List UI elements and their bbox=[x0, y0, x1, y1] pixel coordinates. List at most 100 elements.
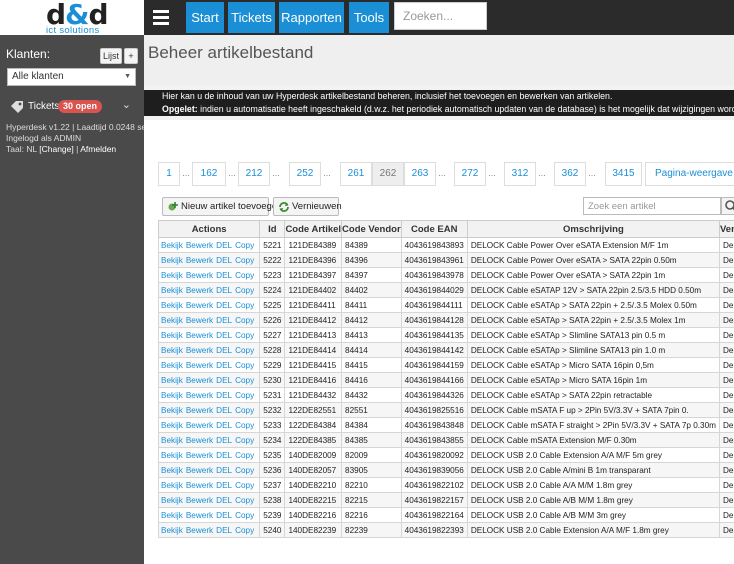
view-link[interactable]: Bekijk bbox=[161, 511, 183, 520]
global-search-input[interactable] bbox=[394, 2, 487, 30]
edit-link[interactable]: Bewerk bbox=[186, 376, 213, 385]
edit-link[interactable]: Bewerk bbox=[186, 466, 213, 475]
logout-link[interactable]: Afmelden bbox=[80, 144, 116, 154]
copy-link[interactable]: Copy bbox=[235, 451, 254, 460]
delete-link[interactable]: DEL bbox=[216, 376, 232, 385]
view-link[interactable]: Bekijk bbox=[161, 406, 183, 415]
article-search-button[interactable] bbox=[721, 197, 734, 215]
copy-link[interactable]: Copy bbox=[235, 466, 254, 475]
view-link[interactable]: Bekijk bbox=[161, 436, 183, 445]
edit-link[interactable]: Bewerk bbox=[186, 511, 213, 520]
delete-link[interactable]: DEL bbox=[216, 496, 232, 505]
copy-link[interactable]: Copy bbox=[235, 376, 254, 385]
copy-link[interactable]: Copy bbox=[235, 346, 254, 355]
copy-link[interactable]: Copy bbox=[235, 496, 254, 505]
view-link[interactable]: Bekijk bbox=[161, 271, 183, 280]
copy-link[interactable]: Copy bbox=[235, 286, 254, 295]
edit-link[interactable]: Bewerk bbox=[186, 406, 213, 415]
delete-link[interactable]: DEL bbox=[216, 241, 232, 250]
edit-link[interactable]: Bewerk bbox=[186, 286, 213, 295]
copy-link[interactable]: Copy bbox=[235, 241, 254, 250]
copy-link[interactable]: Copy bbox=[235, 511, 254, 520]
copy-link[interactable]: Copy bbox=[235, 331, 254, 340]
view-link[interactable]: Bekijk bbox=[161, 466, 183, 475]
view-link[interactable]: Bekijk bbox=[161, 301, 183, 310]
view-link[interactable]: Bekijk bbox=[161, 346, 183, 355]
delete-link[interactable]: DEL bbox=[216, 421, 232, 430]
edit-link[interactable]: Bewerk bbox=[186, 451, 213, 460]
view-link[interactable]: Bekijk bbox=[161, 421, 183, 430]
view-link[interactable]: Bekijk bbox=[161, 241, 183, 250]
edit-link[interactable]: Bewerk bbox=[186, 316, 213, 325]
refresh-button[interactable]: Vernieuwen bbox=[273, 197, 342, 216]
copy-link[interactable]: Copy bbox=[235, 271, 254, 280]
edit-link[interactable]: Bewerk bbox=[186, 271, 213, 280]
add-klant-button[interactable]: + bbox=[124, 48, 138, 64]
copy-link[interactable]: Copy bbox=[235, 301, 254, 310]
edit-link[interactable]: Bewerk bbox=[186, 421, 213, 430]
view-link[interactable]: Bekijk bbox=[161, 286, 183, 295]
delete-link[interactable]: DEL bbox=[216, 451, 232, 460]
delete-link[interactable]: DEL bbox=[216, 256, 232, 265]
article-search-input[interactable] bbox=[583, 197, 721, 215]
lijst-button[interactable]: Lijst bbox=[100, 48, 122, 64]
edit-link[interactable]: Bewerk bbox=[186, 481, 213, 490]
nav-tools[interactable]: Tools bbox=[349, 2, 389, 33]
page-link[interactable]: 263 bbox=[404, 162, 436, 186]
page-view-button[interactable]: Pagina-weergave aanpassen bbox=[645, 162, 734, 186]
view-link[interactable]: Bekijk bbox=[161, 256, 183, 265]
klanten-select[interactable]: Alle klanten ▼ bbox=[7, 68, 136, 86]
delete-link[interactable]: DEL bbox=[216, 466, 232, 475]
header-code-artikel[interactable]: Code Artikel bbox=[284, 220, 343, 238]
page-link[interactable]: 362 bbox=[554, 162, 586, 186]
nav-start[interactable]: Start bbox=[186, 2, 224, 33]
page-link[interactable]: 272 bbox=[454, 162, 486, 186]
add-article-button[interactable]: Nieuw artikel toevoegen bbox=[162, 197, 282, 216]
delete-link[interactable]: DEL bbox=[216, 391, 232, 400]
edit-link[interactable]: Bewerk bbox=[186, 331, 213, 340]
delete-link[interactable]: DEL bbox=[216, 316, 232, 325]
header-id[interactable]: Id bbox=[259, 220, 286, 238]
page-link-current[interactable]: 262 bbox=[372, 162, 404, 186]
page-link[interactable]: 1 bbox=[158, 162, 180, 186]
edit-link[interactable]: Bewerk bbox=[186, 301, 213, 310]
page-link[interactable]: 261 bbox=[340, 162, 372, 186]
nav-tickets[interactable]: Tickets bbox=[228, 2, 275, 33]
view-link[interactable]: Bekijk bbox=[161, 526, 183, 535]
delete-link[interactable]: DEL bbox=[216, 511, 232, 520]
header-code-vendor[interactable]: Code Vendor bbox=[341, 220, 402, 238]
header-vendor[interactable]: Vendor bbox=[718, 220, 734, 238]
copy-link[interactable]: Copy bbox=[235, 391, 254, 400]
view-link[interactable]: Bekijk bbox=[161, 331, 183, 340]
copy-link[interactable]: Copy bbox=[235, 436, 254, 445]
edit-link[interactable]: Bewerk bbox=[186, 241, 213, 250]
page-link[interactable]: 252 bbox=[289, 162, 321, 186]
sidebar-item-tickets[interactable]: Tickets 30 open ⌄ bbox=[10, 98, 135, 116]
delete-link[interactable]: DEL bbox=[216, 331, 232, 340]
change-language-link[interactable]: [Change] bbox=[39, 144, 74, 154]
copy-link[interactable]: Copy bbox=[235, 316, 254, 325]
copy-link[interactable]: Copy bbox=[235, 526, 254, 535]
edit-link[interactable]: Bewerk bbox=[186, 436, 213, 445]
header-omschrijving[interactable]: Omschrijving bbox=[466, 220, 720, 238]
view-link[interactable]: Bekijk bbox=[161, 361, 183, 370]
page-link[interactable]: 312 bbox=[504, 162, 536, 186]
view-link[interactable]: Bekijk bbox=[161, 391, 183, 400]
copy-link[interactable]: Copy bbox=[235, 406, 254, 415]
view-link[interactable]: Bekijk bbox=[161, 481, 183, 490]
page-link[interactable]: 162 bbox=[192, 162, 226, 186]
edit-link[interactable]: Bewerk bbox=[186, 526, 213, 535]
edit-link[interactable]: Bewerk bbox=[186, 361, 213, 370]
logo[interactable]: d&d ict solutions bbox=[0, 0, 144, 36]
delete-link[interactable]: DEL bbox=[216, 406, 232, 415]
delete-link[interactable]: DEL bbox=[216, 286, 232, 295]
view-link[interactable]: Bekijk bbox=[161, 376, 183, 385]
header-code-ean[interactable]: Code EAN bbox=[400, 220, 468, 238]
copy-link[interactable]: Copy bbox=[235, 361, 254, 370]
copy-link[interactable]: Copy bbox=[235, 481, 254, 490]
delete-link[interactable]: DEL bbox=[216, 361, 232, 370]
delete-link[interactable]: DEL bbox=[216, 271, 232, 280]
delete-link[interactable]: DEL bbox=[216, 526, 232, 535]
edit-link[interactable]: Bewerk bbox=[186, 346, 213, 355]
edit-link[interactable]: Bewerk bbox=[186, 391, 213, 400]
